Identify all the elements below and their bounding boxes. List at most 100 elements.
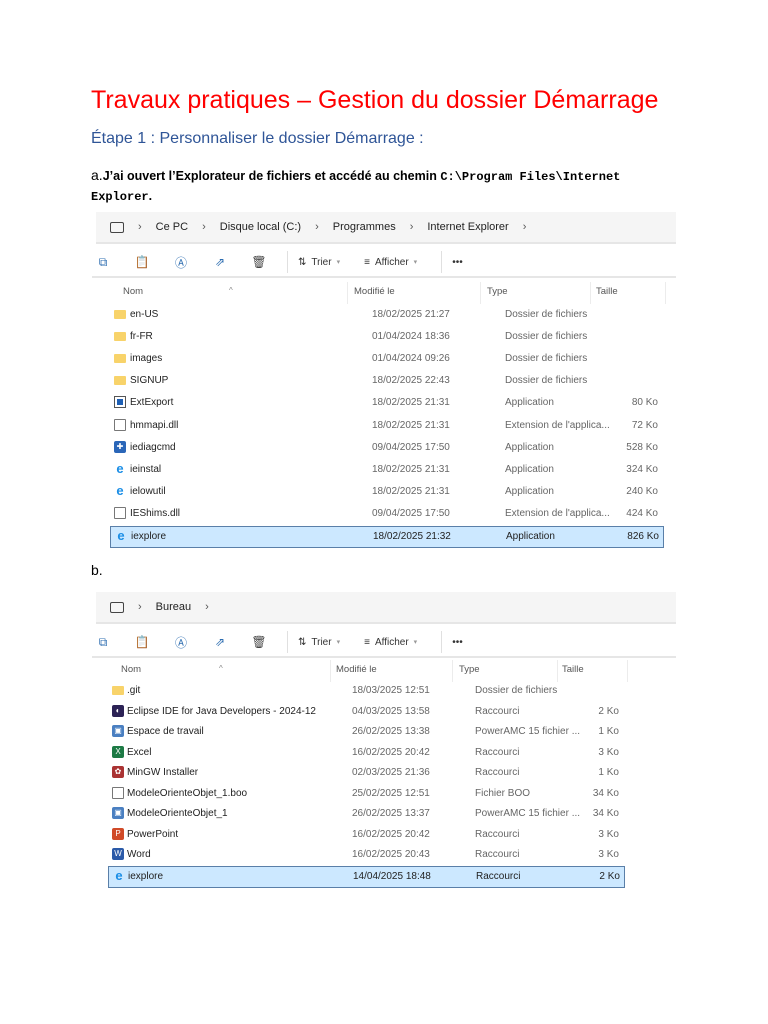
view-label: Afficher	[374, 256, 409, 268]
file-icon	[114, 418, 126, 431]
delete-icon[interactable]: 🗑	[248, 255, 270, 269]
file-name: ExtExport	[130, 397, 174, 409]
column-header-name[interactable]: Nom	[123, 286, 143, 297]
column-divider[interactable]	[347, 282, 348, 304]
more-options-button[interactable]: •••	[452, 257, 463, 268]
paste-icon[interactable]: 📋	[131, 635, 153, 649]
file-row[interactable]: ExtExport 18/02/2025 21:31 Application 80 K…	[110, 393, 662, 413]
file-name: IEShims.dll	[130, 507, 181, 519]
file-row[interactable]: e ieinstal 18/02/2025 21:31 Application 324 …	[110, 460, 662, 480]
file-row[interactable]: images 01/04/2024 09:26 Dossier de fichier…	[110, 349, 662, 369]
file-type: Dossier de fichiers	[505, 375, 588, 387]
file-row[interactable]: ▣ ModeleOrienteObjet_1 26/02/2025 13:37 Pow…	[108, 804, 623, 824]
file-row[interactable]: hmmapi.dll 18/02/2025 21:31 Extension de l…	[110, 416, 662, 436]
rename-icon[interactable]: Ⓐ	[170, 254, 192, 271]
file-name: hmmapi.dll	[130, 419, 179, 431]
file-row[interactable]: W Word 16/02/2025 20:43 Raccourci 3 Ko	[108, 845, 623, 865]
breadcrumb-item[interactable]: Internet Explorer	[427, 221, 508, 233]
file-modified: 18/02/2025 22:43	[372, 375, 450, 387]
breadcrumb-item[interactable]: Bureau	[156, 601, 191, 613]
file-row[interactable]: .git 18/03/2025 12:51 Dossier de fichiers	[108, 681, 623, 701]
file-modified: 26/02/2025 13:37	[352, 808, 430, 819]
column-header-modified[interactable]: Modifié le	[336, 664, 377, 675]
more-options-button[interactable]: •••	[452, 637, 463, 648]
file-type: Application	[506, 531, 555, 542]
sort-button[interactable]: ⇅ Trier ▾	[298, 257, 340, 268]
chevron-right-icon[interactable]: ›	[315, 221, 319, 233]
chevron-down-icon: ▾	[336, 639, 341, 646]
file-row[interactable]: ◐ Eclipse IDE for Java Developers - 2024-…	[108, 702, 623, 722]
file-size: 424 Ko	[626, 507, 658, 519]
file-modified: 04/03/2025 13:58	[352, 705, 430, 717]
column-header-type[interactable]: Type	[487, 286, 508, 297]
column-header-size[interactable]: Taille	[562, 664, 584, 675]
label-b: b.	[91, 562, 103, 578]
file-row[interactable]: fr-FR 01/04/2024 18:36 Dossier de fichiers	[110, 327, 662, 347]
column-divider[interactable]	[480, 282, 481, 304]
file-row[interactable]: e iexplore 18/02/2025 21:32 Application 826 …	[110, 526, 664, 548]
view-button[interactable]: ≡ Afficher ▾	[364, 257, 417, 268]
column-divider[interactable]	[665, 282, 666, 304]
file-row[interactable]: en-US 18/02/2025 21:27 Dossier de fichiers	[110, 305, 662, 325]
file-size: 2 Ko	[598, 705, 619, 717]
column-divider[interactable]	[557, 660, 558, 682]
chevron-right-icon[interactable]: ›	[523, 221, 527, 233]
this-pc-icon[interactable]	[110, 221, 124, 233]
file-modified: 09/04/2025 17:50	[372, 441, 450, 453]
column-divider[interactable]	[627, 660, 628, 682]
file-row[interactable]: e iexplore 14/04/2025 18:48 Raccourci 2 Ko	[108, 865, 625, 888]
file-type: Dossier de fichiers	[505, 331, 588, 343]
address-bar[interactable]: › Bureau ›	[96, 592, 676, 624]
file-size: 2 Ko	[599, 870, 620, 882]
rename-icon[interactable]: Ⓐ	[170, 634, 192, 651]
share-icon[interactable]: ⇗	[209, 635, 231, 649]
column-header-name[interactable]: Nom	[121, 664, 141, 675]
sort-label: Trier	[311, 636, 332, 648]
chevron-right-icon[interactable]: ›	[138, 601, 142, 613]
file-type: Extension de l'applica...	[505, 419, 610, 431]
file-row[interactable]: X Excel 16/02/2025 20:42 Raccourci 3 Ko	[108, 743, 623, 763]
view-button[interactable]: ≡ Afficher ▾	[364, 637, 417, 648]
chevron-right-icon[interactable]: ›	[205, 601, 209, 613]
file-row[interactable]: ✚ iediagcmd 09/04/2025 17:50 Application 528…	[110, 438, 662, 458]
file-row[interactable]: ✿ MinGW Installer 02/03/2025 21:36 Raccourc…	[108, 763, 623, 783]
column-divider[interactable]	[330, 660, 331, 682]
breadcrumb-item[interactable]: Programmes	[333, 221, 396, 233]
chevron-right-icon[interactable]: ›	[138, 221, 142, 233]
this-pc-icon[interactable]	[110, 601, 124, 613]
breadcrumb-item[interactable]: Disque local (C:)	[220, 221, 301, 233]
copy-icon[interactable]: ⧉	[92, 255, 114, 270]
column-divider[interactable]	[590, 282, 591, 304]
file-modified: 02/03/2025 21:36	[352, 767, 430, 778]
copy-icon[interactable]: ⧉	[92, 635, 114, 650]
column-header-type[interactable]: Type	[459, 664, 480, 675]
file-size: 34 Ko	[592, 787, 619, 799]
file-size: 72 Ko	[631, 419, 658, 431]
eclipse-icon: ◐	[112, 704, 124, 717]
column-divider[interactable]	[452, 660, 453, 682]
file-row[interactable]: ▣ Espace de travail 26/02/2025 13:38 PowerA…	[108, 722, 623, 742]
file-row[interactable]: ModeleOrienteObjet_1.boo 25/02/2025 12:51…	[108, 784, 623, 804]
sort-button[interactable]: ⇅ Trier ▾	[298, 637, 340, 648]
chevron-right-icon[interactable]: ›	[202, 221, 206, 233]
delete-icon[interactable]: 🗑	[248, 635, 270, 649]
breadcrumb-item[interactable]: Ce PC	[156, 221, 188, 233]
file-name: fr-FR	[130, 331, 153, 343]
column-header-modified[interactable]: Modifié le	[354, 286, 395, 297]
paragraph-end: .	[148, 189, 153, 203]
chevron-right-icon[interactable]: ›	[410, 221, 414, 233]
chevron-down-icon: ▾	[336, 259, 341, 266]
file-row[interactable]: P PowerPoint 16/02/2025 20:42 Raccourci 3 Ko	[108, 825, 623, 845]
address-bar[interactable]: › Ce PC › Disque local (C:) › Programmes › Inte…	[96, 212, 676, 244]
file-row[interactable]: SIGNUP 18/02/2025 22:43 Dossier de fichier…	[110, 371, 662, 391]
paste-icon[interactable]: 📋	[131, 255, 153, 269]
internet-explorer-icon: e	[115, 867, 123, 883]
file-row[interactable]: e ielowutil 18/02/2025 21:31 Application 240…	[110, 482, 662, 502]
file-row[interactable]: IEShims.dll 09/04/2025 17:50 Extension de …	[110, 504, 662, 524]
file-name: iexplore	[128, 870, 164, 882]
column-header-size[interactable]: Taille	[596, 286, 618, 297]
paragraph-text: J’ai ouvert l’Explorateur de fichiers et…	[102, 169, 441, 183]
share-icon[interactable]: ⇗	[209, 255, 231, 269]
view-label: Afficher	[374, 636, 409, 648]
application-icon	[114, 396, 126, 409]
